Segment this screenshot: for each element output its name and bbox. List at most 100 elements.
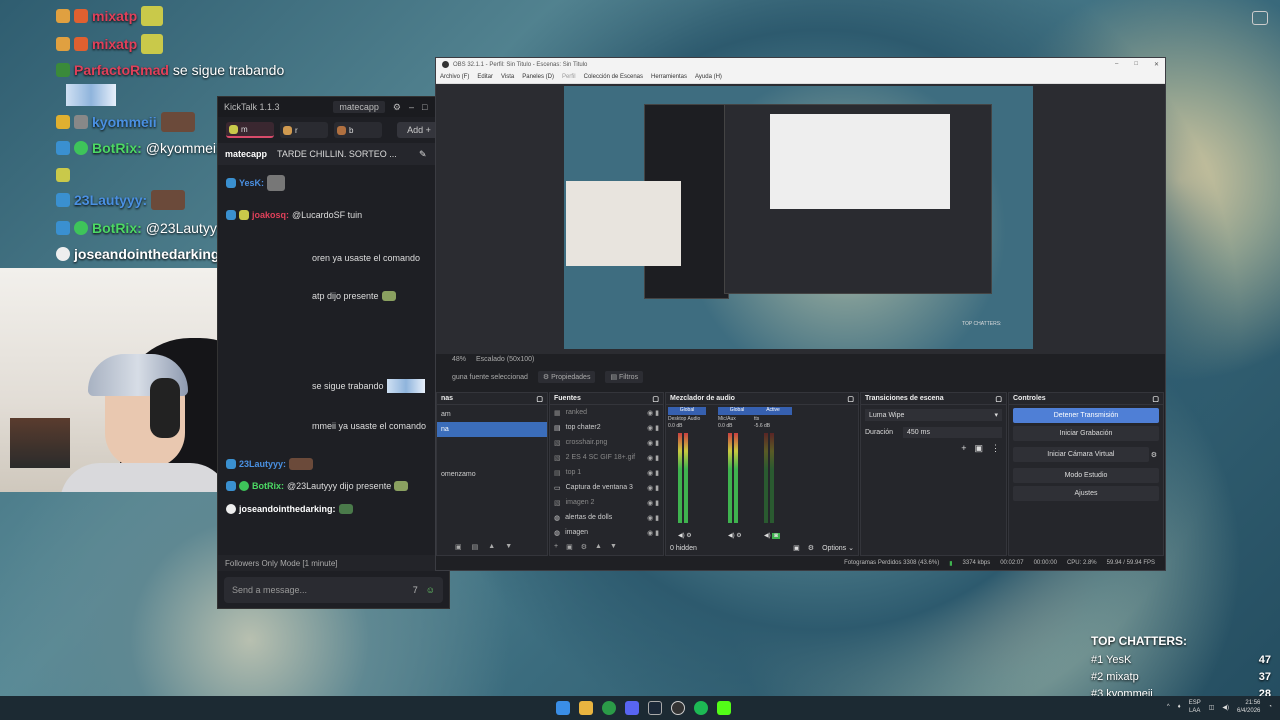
eye-icon[interactable]: ◉ ▮ (647, 409, 659, 417)
dock-menu-icon[interactable]: ▢ (847, 395, 854, 403)
add-icon[interactable]: + (961, 443, 966, 454)
account-name[interactable]: matecapp (333, 101, 385, 113)
clock[interactable]: 21:56 6/4/2026 (1237, 699, 1260, 715)
minimize-icon[interactable]: – (409, 102, 414, 112)
chrome-icon[interactable] (602, 701, 616, 715)
menu-view[interactable]: Vista (501, 74, 514, 80)
move-up-icon[interactable]: ▲ (595, 543, 602, 551)
menu-profile[interactable]: Perfil (562, 74, 576, 80)
maximize-icon[interactable]: □ (1134, 61, 1138, 68)
maximize-icon[interactable]: □ (422, 102, 427, 112)
source-item[interactable]: ▧ imagen 2 ◉ ▮ (550, 495, 663, 510)
source-item[interactable]: ▤ top 1 ◉ ▮ (550, 465, 663, 480)
mixer-options-button[interactable]: Options ⌄ (822, 544, 854, 552)
desktop-widget-icon[interactable] (1252, 11, 1268, 25)
message-input[interactable]: Send a message... 7 ☺ (224, 577, 443, 603)
eye-icon[interactable]: ◉ ▮ (647, 424, 659, 432)
speaker-icon[interactable]: ◀) ◙ (764, 532, 780, 539)
chat-username[interactable]: YesK: (239, 178, 264, 188)
volume-icon[interactable]: ◀) (1222, 704, 1229, 711)
obs-preview[interactable]: TOP CHATTERS: 48% Escalado (50x100) (436, 84, 1165, 363)
menu-file[interactable]: Archivo (F) (440, 74, 469, 80)
tab-channel[interactable]: r (280, 122, 328, 138)
menu-tools[interactable]: Herramientas (651, 74, 687, 80)
mixer-channel[interactable]: Global Desktop Audio 0.0 dB ◀) ⚙ (668, 407, 706, 539)
source-item[interactable]: ▤ top chater2 ◉ ▮ (550, 420, 663, 435)
gear-icon[interactable]: ⚙ (1151, 451, 1163, 459)
mixer-channel[interactable]: Global Mic/Aux 0.0 dB ◀) ⚙ (718, 407, 756, 539)
tab-channel[interactable]: b (334, 122, 382, 138)
chat-messages[interactable]: YesK: joakosq: @LucardoSF tuin oren ya us… (218, 165, 449, 535)
eye-icon[interactable]: ◉ ▮ (647, 514, 659, 522)
steam-icon[interactable] (648, 701, 662, 715)
more-icon[interactable]: ⋮ (991, 443, 1000, 454)
filter-icon[interactable]: ▤ (472, 543, 479, 551)
chat-username[interactable]: joseandointhedarking: (239, 504, 336, 514)
source-item[interactable]: ▧ 2 ES 4 SC GIF 18+.gif ◉ ▮ (550, 450, 663, 465)
eye-icon[interactable]: ◉ ▮ (647, 499, 659, 507)
source-item[interactable]: ▧ crosshair.png ◉ ▮ (550, 435, 663, 450)
close-icon[interactable]: ✕ (1154, 61, 1159, 68)
source-item[interactable]: ◍ alertas de dolls ◉ ▮ (550, 510, 663, 525)
chevron-up-icon[interactable]: ^ (1167, 704, 1170, 710)
eye-icon[interactable]: ◉ ▮ (647, 469, 659, 477)
trash-icon[interactable]: ▣ (974, 443, 983, 454)
tab-channel[interactable]: m (226, 122, 274, 138)
channel-name[interactable]: matecapp (225, 149, 267, 159)
move-down-icon[interactable]: ▼ (610, 543, 617, 551)
move-up-icon[interactable]: ▲ (488, 543, 495, 551)
eye-icon[interactable]: ◉ ▮ (647, 454, 659, 462)
kicktalk-icon[interactable] (717, 701, 731, 715)
obs-titlebar[interactable]: OBS 32.1.1 - Perfil: Sin Titulo - Escena… (436, 58, 1165, 71)
obs-window[interactable]: OBS 32.1.1 - Perfil: Sin Titulo - Escena… (435, 57, 1166, 571)
transition-select[interactable]: Luma Wipe ▾ (865, 409, 1002, 421)
gear-icon[interactable]: ⚙ (808, 544, 814, 552)
eye-icon[interactable]: ◉ ▮ (647, 439, 659, 447)
dock-menu-icon[interactable]: ▢ (536, 395, 543, 403)
dock-menu-icon[interactable]: ▢ (652, 395, 659, 403)
kicktalk-window[interactable]: KickTalk 1.1.3 matecapp ⚙ – □ ✕ m r b Ad… (217, 96, 450, 609)
eye-icon[interactable]: ◉ ▮ (647, 529, 659, 537)
network-icon[interactable]: ◫ (1209, 704, 1215, 711)
settings-icon[interactable]: ⚙ (393, 102, 401, 113)
properties-button[interactable]: ⚙ Propiedades (537, 371, 596, 383)
source-item[interactable]: ◍ imagen ◉ ▮ (550, 525, 663, 540)
scene-item[interactable]: na (437, 422, 547, 437)
notification-icon[interactable]: ◔ (1268, 704, 1272, 710)
add-icon[interactable]: + (554, 543, 558, 551)
chat-username[interactable]: 23Lautyyy: (239, 459, 286, 469)
settings-button[interactable]: Ajustes (1013, 486, 1159, 501)
gear-icon[interactable]: ⚙ (581, 543, 587, 551)
kick-emote-icon[interactable]: ☺ (426, 585, 435, 595)
kicktalk-titlebar[interactable]: KickTalk 1.1.3 matecapp ⚙ – □ ✕ (218, 97, 449, 117)
chat-username[interactable]: joakosq: (252, 210, 289, 220)
filters-button[interactable]: ▤ Filtros (605, 371, 644, 383)
scale-mode[interactable]: Escalado (50x100) (476, 356, 534, 363)
spotify-icon[interactable] (694, 701, 708, 715)
minimize-icon[interactable]: – (1115, 61, 1118, 68)
studio-mode-button[interactable]: Modo Estudio (1013, 468, 1159, 483)
dock-menu-icon[interactable]: ▢ (1152, 395, 1159, 403)
pencil-icon[interactable]: ✎ (419, 149, 427, 160)
source-item[interactable]: ▭ Captura de ventana 3 ◉ ▮ (550, 480, 663, 495)
menu-docks[interactable]: Paneles (D) (522, 74, 554, 80)
start-virtual-camera-button[interactable]: Iniciar Cámara Virtual (1013, 447, 1149, 462)
source-item[interactable]: ▦ ranked ◉ ▮ (550, 405, 663, 420)
chat-username[interactable]: BotRix: (252, 481, 284, 491)
menu-scene-collection[interactable]: Colección de Escenas (584, 74, 643, 80)
trash-icon[interactable]: ▣ (455, 543, 462, 551)
trash-icon[interactable]: ▣ (566, 543, 573, 551)
duration-input[interactable]: 450 ms (903, 426, 1002, 438)
start-recording-button[interactable]: Iniciar Grabación (1013, 426, 1159, 441)
file-explorer-icon[interactable] (579, 701, 593, 715)
eye-icon[interactable]: ◉ ▮ (647, 484, 659, 492)
mixer-channel[interactable]: Active tts -5.6 dB ◀) ◙ (754, 407, 792, 539)
discord-icon[interactable] (625, 701, 639, 715)
speaker-icon[interactable]: ◀) ⚙ (678, 532, 692, 539)
scene-item[interactable]: am (437, 407, 547, 422)
language-indicator[interactable]: ESP LAA (1189, 699, 1201, 715)
stop-streaming-button[interactable]: Detener Transmisión (1013, 408, 1159, 423)
emote-picker-icon[interactable]: 7 (413, 585, 418, 595)
dock-menu-icon[interactable]: ▢ (995, 395, 1002, 403)
speaker-icon[interactable]: ◀) ⚙ (728, 532, 742, 539)
